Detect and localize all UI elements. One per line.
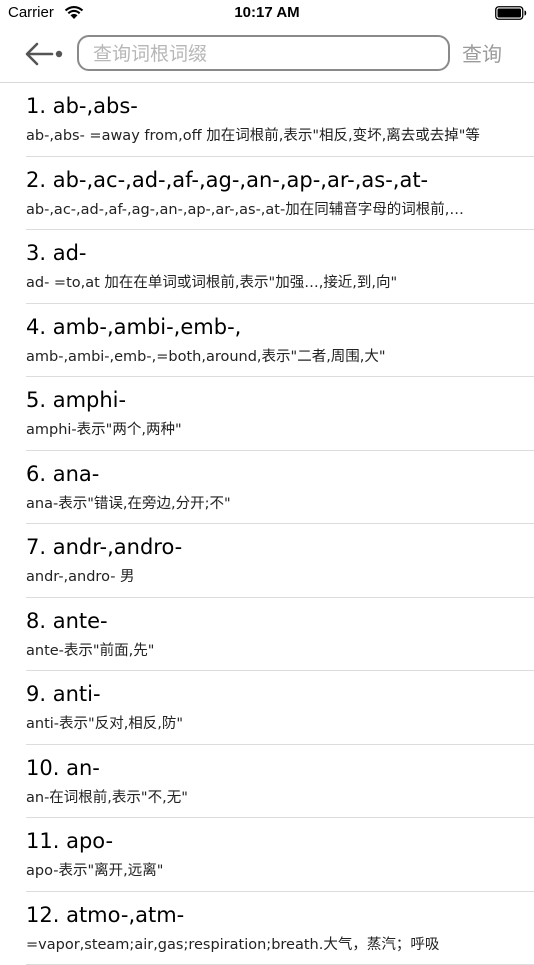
- item-description: apo-表示"离开,远离": [26, 859, 506, 880]
- search-input[interactable]: [91, 38, 435, 70]
- item-description: ab-,abs- =away from,off 加在词根前,表示"相反,变坏,离…: [26, 124, 506, 145]
- item-title: 9. anti-: [26, 682, 101, 706]
- list-item[interactable]: 11. apo- apo-表示"离开,远离": [0, 818, 534, 892]
- item-description: =vapor,steam;air,gas;respiration;breath.…: [26, 933, 506, 954]
- list-item[interactable]: 5. amphi- amphi-表示"两个,两种": [0, 377, 534, 451]
- item-title: 12. atmo-,atm-: [26, 903, 184, 927]
- item-description: andr-,andro- 男: [26, 565, 506, 586]
- list-item[interactable]: 4. amb-,ambi-,emb-, amb-,ambi-,emb-,=bot…: [0, 304, 534, 378]
- list-item[interactable]: 7. andr-,andro- andr-,andro- 男: [0, 524, 534, 598]
- search-box[interactable]: [77, 35, 450, 71]
- item-title: 10. an-: [26, 756, 100, 780]
- list-item[interactable]: 12. atmo-,atm- =vapor,steam;air,gas;resp…: [0, 892, 534, 965]
- item-title: 2. ab-,ac-,ad-,af-,ag-,an-,ap-,ar-,as-,a…: [26, 168, 428, 192]
- item-title: 4. amb-,ambi-,emb-,: [26, 315, 241, 339]
- list-item[interactable]: 9. anti- anti-表示"反对,相反,防": [0, 671, 534, 745]
- back-arrow-icon[interactable]: [22, 40, 66, 68]
- battery-icon: [495, 6, 527, 20]
- item-description: ad- =to,at 加在在单词或词根前,表示"加强…,接近,到,向": [26, 271, 506, 292]
- item-title: 7. andr-,andro-: [26, 535, 182, 559]
- list-item[interactable]: 1. ab-,abs- ab-,abs- =away from,off 加在词根…: [0, 83, 534, 157]
- nav-bar: 查询: [0, 30, 534, 83]
- item-title: 11. apo-: [26, 829, 113, 853]
- prefix-list: 1. ab-,abs- ab-,abs- =away from,off 加在词根…: [0, 83, 534, 965]
- list-item[interactable]: 10. an- an-在词根前,表示"不,无": [0, 745, 534, 819]
- item-description: an-在词根前,表示"不,无": [26, 786, 506, 807]
- item-description: ana-表示"错误,在旁边,分开;不": [26, 492, 506, 513]
- status-time: 10:17 AM: [0, 4, 534, 21]
- item-title: 3. ad-: [26, 241, 87, 265]
- item-description: anti-表示"反对,相反,防": [26, 712, 506, 733]
- list-item[interactable]: 3. ad- ad- =to,at 加在在单词或词根前,表示"加强…,接近,到,…: [0, 230, 534, 304]
- list-item[interactable]: 2. ab-,ac-,ad-,af-,ag-,an-,ap-,ar-,as-,a…: [0, 157, 534, 231]
- item-title: 5. amphi-: [26, 388, 126, 412]
- item-description: ante-表示"前面,先": [26, 639, 506, 660]
- status-bar: Carrier 10:17 AM: [0, 0, 534, 30]
- list-item[interactable]: 6. ana- ana-表示"错误,在旁边,分开;不": [0, 451, 534, 525]
- item-title: 6. ana-: [26, 462, 99, 486]
- item-title: 8. ante-: [26, 609, 108, 633]
- item-description: ab-,ac-,ad-,af-,ag-,an-,ap-,ar-,as-,at-加…: [26, 198, 506, 219]
- item-title: 1. ab-,abs-: [26, 94, 138, 118]
- search-button[interactable]: 查询: [462, 38, 502, 67]
- item-description: amphi-表示"两个,两种": [26, 418, 506, 439]
- item-description: amb-,ambi-,emb-,=both,around,表示"二者,周围,大": [26, 345, 506, 366]
- list-item[interactable]: 8. ante- ante-表示"前面,先": [0, 598, 534, 672]
